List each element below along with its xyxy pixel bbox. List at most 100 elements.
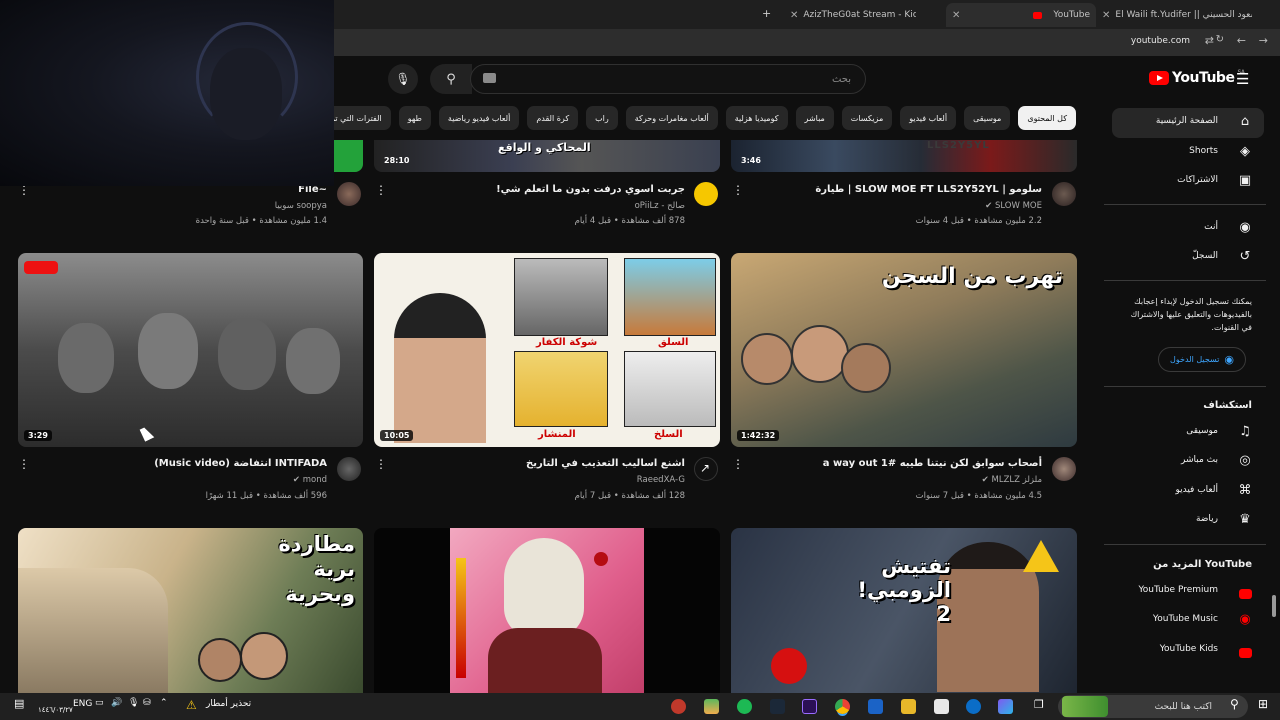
more-options-icon[interactable]: ⋮ [732,458,744,470]
more-options-icon[interactable]: ⋮ [18,458,30,470]
video-title[interactable]: INTIFADA انتفاضة (Music video) [154,458,327,469]
chip[interactable]: كوميديا هزلية [725,106,788,130]
tab-kick[interactable]: ✕ AzizTheG0at Stream - Kick Dash [790,3,916,27]
sidebar-item-shorts[interactable]: Shorts ◈ [1112,138,1264,168]
site-settings-icon[interactable]: ⇄ [1205,34,1214,47]
clock-date[interactable]: ١٤٤٦/٠٣/٢٧ [38,706,73,714]
store-icon[interactable] [934,699,949,714]
language-indicator[interactable]: ENG [73,699,92,709]
channel-avatar[interactable]: ↗ [694,457,718,481]
show-hidden-icons[interactable]: ⌃ [160,698,168,708]
video-title[interactable]: سلومو | SLOW MOE FT LLS2Y52YL | طيارة [815,184,1042,195]
channel-avatar[interactable] [694,182,718,206]
search-input[interactable]: بحث [470,64,866,94]
channel-name[interactable]: ملزلز MLZLZ ✔ [982,475,1042,485]
steam-icon[interactable] [770,699,785,714]
more-options-icon[interactable]: ⋮ [732,184,744,196]
notifications-icon[interactable]: ▤ [14,697,24,710]
sidebar-item-home[interactable]: الصفحة الرئيسية ⌂ [1112,108,1264,138]
channel-name[interactable]: صالح - oPiiLz [635,201,685,211]
chrome-icon[interactable] [835,699,850,714]
channel-name[interactable]: mond ✔ [293,475,327,485]
app-icon[interactable] [704,699,719,714]
address-bar[interactable]: youtube.com ⇄ ↻ ← → [334,29,1280,56]
forward-icon[interactable]: → [1259,34,1268,47]
outlook-icon[interactable] [868,699,883,714]
video-thumbnail[interactable]: LLS2Y5YL 3:46 [731,140,1077,172]
video-thumbnail[interactable] [374,528,720,693]
new-tab-icon[interactable]: + [762,7,771,20]
scrollbar-thumb[interactable] [1272,595,1276,617]
widgets-icon[interactable] [1062,696,1108,717]
chip[interactable]: ألعاب مغامرات وحركة [625,106,718,130]
tab-youtube[interactable]: ✕ YouTube [946,3,1096,27]
weather-text[interactable]: تحذير أمطار [206,699,251,709]
video-thumbnail[interactable] [334,140,363,172]
search-button[interactable]: ⚲ [430,64,472,94]
more-options-icon[interactable]: ⋮ [375,458,387,470]
sidebar-item-history[interactable]: السجلّ ↺ [1112,243,1264,273]
chip[interactable]: ألعاب فيديو [900,106,957,130]
spotify-icon[interactable] [737,699,752,714]
sidebar-item-gaming[interactable]: ألعاب فيديو ⌘ [1112,477,1264,507]
video-thumbnail[interactable]: مطاردة برية وبحرية [18,528,363,693]
chip-all[interactable]: كل المحتوى [1018,106,1076,130]
chip[interactable]: موسيقى [964,106,1011,130]
after-effects-icon[interactable] [802,699,817,714]
chip[interactable]: كرة القدم [527,106,579,130]
video-thumbnail[interactable]: 3:29 [18,253,363,447]
network-icon[interactable]: ⛁ [143,698,151,708]
close-icon[interactable]: ✕ [1102,10,1110,21]
signin-button[interactable]: ◉ تسجيل الدخول [1158,347,1246,372]
video-title[interactable]: اشنع اساليب التعذيب في التاريخ [526,458,685,469]
sidebar-item-music-app[interactable]: YouTube Music ◉ [1112,606,1264,636]
sidebar-item-subscriptions[interactable]: الاشتراكات ▣ [1112,167,1264,197]
channel-avatar[interactable] [337,182,361,206]
chip[interactable]: راب [586,106,618,130]
sidebar-item-live[interactable]: بث مباشر ◎ [1112,447,1264,477]
file-explorer-icon[interactable] [901,699,916,714]
windows-start-icon[interactable]: ⊞ [1258,697,1268,711]
chip[interactable]: مباشر [795,106,834,130]
video-thumbnail[interactable]: تفتيش الزومبي! 2 [731,528,1077,693]
channel-avatar[interactable] [1052,457,1076,481]
sidebar-item-sports[interactable]: رياضة ♛ [1112,506,1264,536]
tab-music[interactable]: ✕ El Waili ft.Yudifer || سعود الحسيني [1102,3,1252,27]
video-thumbnail[interactable]: السلق شوكة الكفار السلخ المنشار 10:05 [374,253,720,447]
channel-name[interactable]: SLOW MOE ✔ [985,201,1042,211]
voice-search-button[interactable]: 🎙 [388,64,418,94]
volume-icon[interactable]: 🔊 [111,698,122,708]
microphone-icon[interactable]: 🎙 [128,698,139,708]
channel-name[interactable]: RaeedXA-G [637,475,685,485]
sidebar-item-premium[interactable]: YouTube Premium [1112,577,1264,607]
channel-avatar[interactable] [1052,182,1076,206]
channel-avatar[interactable] [337,457,361,481]
chip[interactable]: مزيكسات [841,106,893,130]
copilot-icon[interactable] [998,699,1013,714]
chip[interactable]: الفترات التي تم تحميلها [334,106,391,130]
sidebar-item-kids[interactable]: YouTube Kids [1112,636,1264,666]
task-view-icon[interactable]: ❐ [1034,698,1044,711]
youtube-logo[interactable]: YouTube SA [1149,69,1245,86]
video-meta: 2.2 مليون مشاهدة • قبل 4 سنوات [915,216,1042,226]
close-icon[interactable]: ✕ [952,10,960,21]
video-title[interactable]: جربت اسوي درفت بدون ما اتعلم شي! [496,184,685,195]
duration-badge: 3:29 [24,430,52,441]
edge-icon[interactable] [966,699,981,714]
chip[interactable]: طهو [398,106,431,130]
reload-icon[interactable]: ↻ [1216,34,1224,45]
sidebar-item-music[interactable]: موسيقى ♫ [1112,418,1264,448]
chip[interactable]: ألعاب فيديو رياضية [438,106,520,130]
close-icon[interactable]: ✕ [790,10,798,21]
keyboard-icon[interactable] [483,73,496,83]
video-title[interactable]: أصحاب سوابق لكن نيتنا طيبه a way out 1# [823,458,1042,469]
back-icon[interactable]: ← [1237,34,1246,47]
video-thumbnail[interactable]: المحاكي و الواقع 28:10 [374,140,720,172]
display-icon[interactable]: ▭ [95,698,104,708]
video-thumbnail[interactable]: تهرب من السجن 1:42:32 [731,253,1077,447]
more-options-icon[interactable]: ⋮ [375,184,387,196]
sidebar-item-you[interactable]: أنت ◉ [1112,214,1264,244]
menu-icon[interactable]: ☰ [1236,70,1249,88]
channel-name[interactable]: soopya سوبيا [275,201,327,211]
app-icon[interactable] [671,699,686,714]
